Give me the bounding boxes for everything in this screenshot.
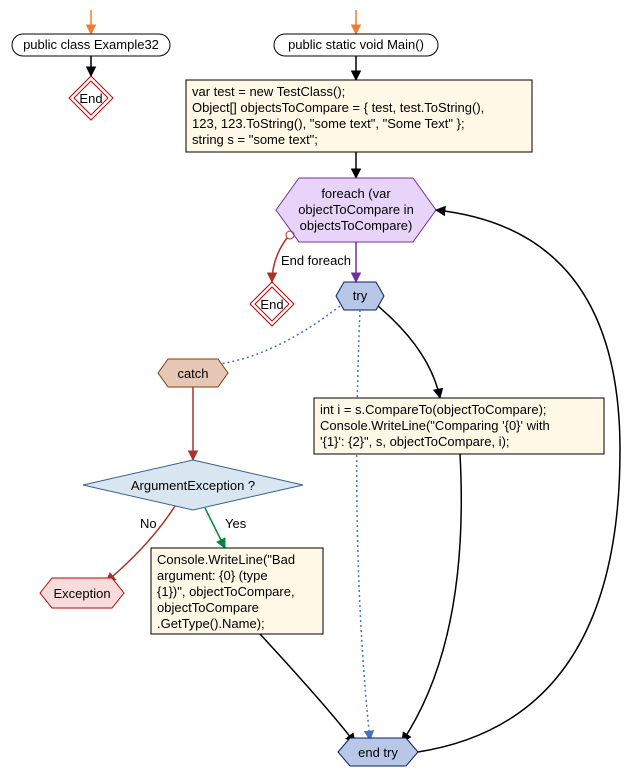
main-declaration-node: public static void Main() [274, 34, 438, 56]
catch-block-line1: Console.WriteLine("Bad [157, 552, 295, 567]
no-label: No [140, 516, 157, 531]
init-line2: Object[] objectsToCompare = { test, test… [192, 100, 484, 115]
end-node-foreach: End [250, 282, 294, 326]
exception-node: Exception [40, 578, 124, 608]
yes-label: Yes [225, 516, 247, 531]
exception-label: Exception [53, 586, 110, 601]
end-label-foreach: End [260, 297, 283, 312]
try-block-node: int i = s.CompareTo(objectToCompare); Co… [314, 398, 604, 454]
flow-arrow [402, 454, 461, 742]
flow-arrow [378, 306, 440, 398]
init-line3: 123, 123.ToString(), "some text", "Some … [192, 116, 465, 131]
class-declaration-text: public class Example32 [23, 37, 159, 52]
foreach-line2: objectToCompare in [298, 202, 414, 217]
end-try-label: end try [358, 745, 398, 760]
try-label: try [353, 288, 368, 303]
init-line4: string s = "some text"; [192, 132, 318, 147]
end-node-class: End [69, 76, 113, 120]
flow-arrow [260, 634, 355, 743]
init-block-node: var test = new TestClass(); Object[] obj… [186, 80, 532, 152]
catch-block-line5: .GetType().Name); [157, 616, 265, 631]
argument-exception-decision-node: ArgumentException ? [83, 460, 303, 510]
catch-label: catch [177, 366, 208, 381]
catch-node: catch [158, 359, 228, 387]
foreach-line1: foreach (var [321, 186, 391, 201]
try-block-line1: int i = s.CompareTo(objectToCompare); [320, 402, 547, 417]
try-block-line2: Console.WriteLine("Comparing '{0}' with [320, 418, 550, 433]
main-declaration-text: public static void Main() [288, 37, 424, 52]
foreach-node: foreach (var objectToCompare in objectsT… [276, 178, 436, 242]
argex-label: ArgumentException ? [131, 478, 255, 493]
end-foreach-label: End foreach [281, 253, 351, 268]
catch-block-line3: {1})", objectToCompare, [157, 584, 295, 599]
flow-arrow-loopback [418, 210, 620, 752]
flow-arrow-dotted [357, 310, 370, 740]
foreach-line3: objectsToCompare) [300, 218, 413, 233]
try-block-line3: '{1}': {2}", s, objectToCompare, i); [320, 434, 510, 449]
end-try-node: end try [338, 738, 418, 766]
flow-arrow-yes [205, 508, 225, 548]
init-line1: var test = new TestClass(); [192, 84, 345, 99]
catch-block-line4: objectToCompare [157, 600, 259, 615]
try-node: try [336, 282, 384, 310]
catch-block-line2: argument: {0} (type [157, 568, 268, 583]
class-declaration-node: public class Example32 [12, 34, 170, 56]
catch-block-node: Console.WriteLine("Bad argument: {0} (ty… [151, 548, 323, 634]
end-label: End [79, 91, 102, 106]
